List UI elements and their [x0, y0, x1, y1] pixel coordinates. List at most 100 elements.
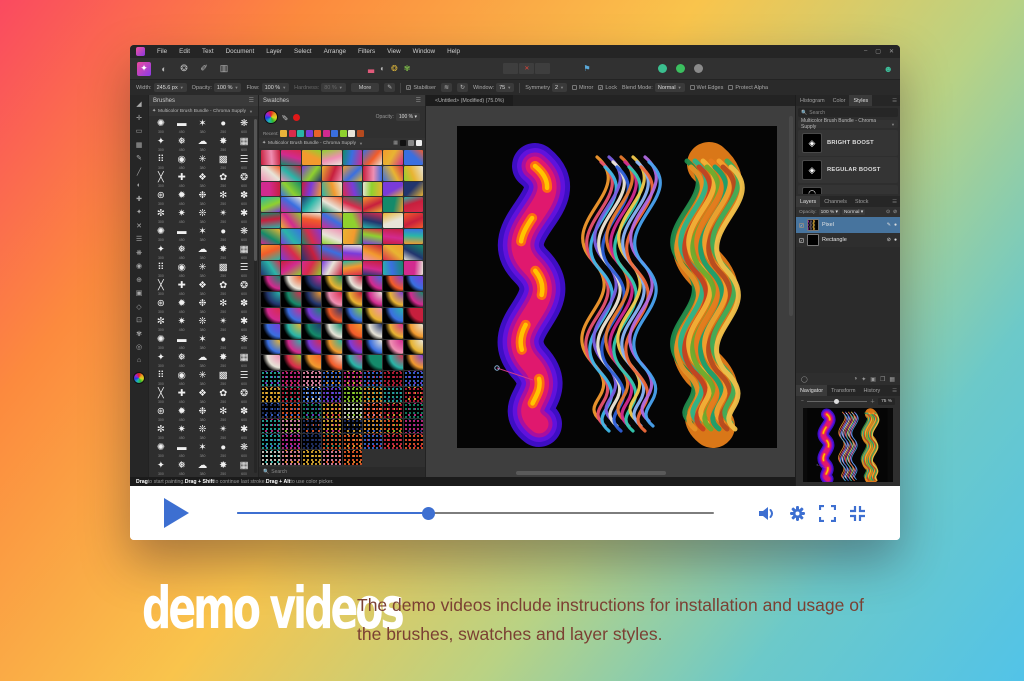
swatch[interactable]: [363, 419, 382, 434]
swatch[interactable]: [404, 340, 423, 355]
tool-icon-2[interactable]: ▭: [133, 125, 146, 137]
field-value[interactable]: 100 %▼: [214, 83, 242, 92]
swatch[interactable]: [343, 434, 362, 449]
swatch[interactable]: [343, 371, 362, 386]
swatch[interactable]: [322, 292, 341, 307]
layer-row-pixel[interactable]: ✓Pixel✎●: [796, 217, 900, 233]
brush-thumbnail[interactable]: ⊛300: [151, 406, 171, 423]
swatch[interactable]: [363, 150, 382, 165]
swatch[interactable]: [383, 245, 402, 260]
recent-swatch[interactable]: [314, 130, 321, 137]
swatch[interactable]: [404, 213, 423, 228]
recent-swatch[interactable]: [306, 130, 313, 137]
swatch[interactable]: [322, 371, 341, 386]
brush-thumbnail[interactable]: ✶380: [193, 118, 213, 135]
swatch[interactable]: [343, 308, 362, 323]
swatch[interactable]: [363, 340, 382, 355]
close-icon[interactable]: ✕: [889, 48, 894, 55]
swatch[interactable]: [281, 308, 300, 323]
brush-thumbnail[interactable]: ❖380: [193, 280, 213, 297]
persona-button-4[interactable]: ▥: [217, 62, 231, 76]
swatch[interactable]: [261, 166, 280, 181]
swatch[interactable]: [363, 355, 382, 370]
brush-thumbnail[interactable]: ✶380: [193, 334, 213, 351]
menu-item-help[interactable]: Help: [447, 48, 460, 55]
tool-icon-9[interactable]: ✕: [133, 220, 146, 232]
swatch[interactable]: [281, 166, 300, 181]
current-color-swatch[interactable]: [293, 114, 300, 121]
swatch[interactable]: [363, 261, 382, 276]
swatch[interactable]: [363, 324, 382, 339]
field-value[interactable]: 75▼: [496, 83, 514, 92]
brush-thumbnail[interactable]: ❋600: [234, 334, 254, 351]
swatch[interactable]: [261, 403, 280, 418]
zoom-slider[interactable]: [807, 401, 867, 402]
brush-thumbnail[interactable]: ❊380: [193, 208, 213, 225]
brush-thumbnail[interactable]: ⠿300: [151, 370, 171, 387]
swatch[interactable]: [261, 324, 280, 339]
swatch[interactable]: [261, 371, 280, 386]
brush-thumbnail[interactable]: ✹450: [172, 298, 192, 315]
status-dot-icon-1[interactable]: [676, 64, 685, 73]
status-dot-icon-2[interactable]: [694, 64, 703, 73]
brush-thumbnail[interactable]: ☁380: [193, 352, 213, 369]
swatch[interactable]: [261, 355, 280, 370]
brush-thumbnail[interactable]: ⠿300: [151, 262, 171, 279]
swatch[interactable]: [404, 419, 423, 434]
panel-menu-icon[interactable]: ☰: [249, 97, 254, 104]
swatch[interactable]: [383, 340, 402, 355]
tool-icon-15[interactable]: ◇: [133, 301, 146, 313]
swatch[interactable]: [261, 182, 280, 197]
swatch[interactable]: [363, 308, 382, 323]
swatch[interactable]: [302, 197, 321, 212]
account-icon[interactable]: ☻: [884, 64, 893, 74]
swatch[interactable]: [343, 403, 362, 418]
panel-menu-icon[interactable]: ☰: [892, 388, 900, 394]
swatch[interactable]: [343, 340, 362, 355]
progress-thumb[interactable]: [422, 507, 435, 520]
group-icon[interactable]: ❐: [880, 376, 885, 383]
brush-thumbnail[interactable]: ✽600: [234, 298, 254, 315]
swatch-bundle-dropdown[interactable]: ✦ Multicolor Brush Bundle - Chroma Suppl…: [259, 138, 425, 148]
minimize-icon[interactable]: –: [864, 48, 867, 55]
swatch[interactable]: [383, 387, 402, 402]
recent-swatch[interactable]: [340, 130, 347, 137]
persona-button-0[interactable]: ✦: [137, 62, 151, 76]
menu-item-edit[interactable]: Edit: [179, 48, 190, 55]
swatch[interactable]: [261, 450, 280, 465]
brush-thumbnail[interactable]: ❖380: [193, 172, 213, 189]
brush-thumbnail[interactable]: ✿250: [213, 172, 233, 189]
tab-stock[interactable]: Stock: [851, 196, 872, 207]
brush-thumbnail[interactable]: ❊380: [193, 424, 213, 441]
swatch[interactable]: [302, 276, 321, 291]
recent-swatch[interactable]: [297, 130, 304, 137]
swatch[interactable]: [261, 308, 280, 323]
swatch[interactable]: [363, 197, 382, 212]
swatch[interactable]: [281, 150, 300, 165]
tab-color[interactable]: Color: [829, 95, 850, 106]
brush-thumbnail[interactable]: ▬450: [172, 442, 192, 459]
swatch[interactable]: [302, 150, 321, 165]
swatch[interactable]: [363, 213, 382, 228]
swatch[interactable]: [383, 308, 402, 323]
brush-thumbnail[interactable]: ✷450: [172, 208, 192, 225]
swatch[interactable]: [383, 434, 402, 449]
swatch[interactable]: [404, 308, 423, 323]
swatch[interactable]: [302, 166, 321, 181]
swatch[interactable]: [322, 308, 341, 323]
swatch[interactable]: [302, 371, 321, 386]
swatch[interactable]: [281, 434, 300, 449]
layer-visibility-checkbox[interactable]: ✓: [799, 238, 804, 243]
recent-swatch[interactable]: [331, 130, 338, 137]
swatch[interactable]: [261, 229, 280, 244]
brush-thumbnail[interactable]: ✚450: [172, 280, 192, 297]
brush-thumbnail[interactable]: ✽600: [234, 190, 254, 207]
brush-thumbnail[interactable]: ✻250: [213, 190, 233, 207]
swatch[interactable]: [302, 355, 321, 370]
delete-icon[interactable]: ▦: [889, 376, 895, 383]
swatch[interactable]: [281, 292, 300, 307]
swatch[interactable]: [404, 261, 423, 276]
layers-blend-mode[interactable]: Normal ▾: [842, 209, 865, 215]
play-button[interactable]: [164, 498, 189, 528]
brush-thumbnail[interactable]: ✸250: [213, 136, 233, 153]
